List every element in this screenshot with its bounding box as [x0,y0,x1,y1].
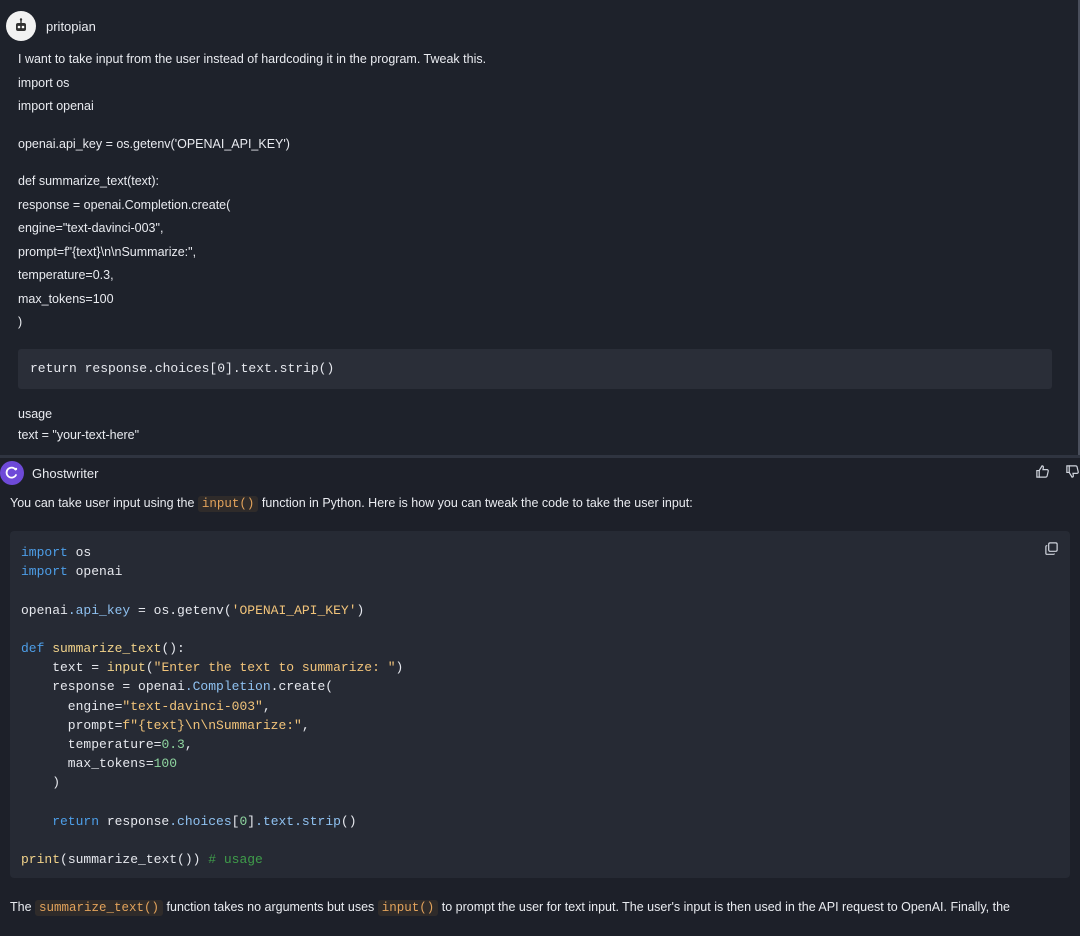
code-line: import openai [21,564,123,580]
message-line: response = openai.Completion.create( [18,197,231,212]
bot-intro-text: You can take user input using the input(… [10,494,693,513]
intro-text-before: You can take user input using the [10,496,198,510]
code-lines: import os import openai openai.api_key =… [21,543,403,869]
code-line: def summarize_text(): [21,640,185,656]
message-line: engine="text-davinci-003", [18,221,164,235]
inline-code: input() [377,900,439,916]
code-line: engine="text-davinci-003", [21,698,271,714]
bot-message-header: Ghostwriter [0,460,1080,486]
message-line: text = "your-text-here" [18,428,140,442]
message-line: import openai [18,99,94,113]
bot-outro-text: The summarize_text() function takes no a… [10,898,1010,917]
intro-text-after: function in Python. Here is how you can … [258,496,693,510]
message-line [18,123,1058,137]
user-message-text: I want to take input from the user inste… [18,52,1058,339]
code-line: response = openai.Completion.create( [21,679,334,695]
thumbs-up-icon[interactable] [1034,463,1050,479]
robot-avatar-icon [6,11,36,41]
inline-code: input() [197,496,259,512]
user-message-tail: usage text = "your-text-here" [18,406,139,448]
username: pritopian [46,18,96,34]
inline-code: summarize_text() [35,900,164,916]
code-line: text = input("Enter the text to summariz… [21,660,404,676]
code-line: max_tokens=100 [21,756,178,772]
feedback-buttons [1034,463,1080,479]
code-line: print(summarize_text()) # usage [21,852,263,867]
user-message-panel: pritopian I want to take input from the … [0,0,1080,455]
message-line: max_tokens=100 [18,291,114,306]
message-line: def summarize_text(text): [18,174,160,188]
outro-text-after: to prompt the user for text input. The u… [438,900,1010,914]
thumbs-down-icon[interactable] [1064,463,1080,479]
message-line: prompt=f"{text}\n\nSummarize:", [18,244,197,259]
bot-name: Ghostwriter [32,465,99,481]
ghostwriter-logo-icon [0,461,24,485]
message-line: usage [18,407,53,421]
outro-text-mid: function takes no arguments but uses [163,900,378,914]
code-line: ) [21,775,61,791]
message-line: import os [18,75,70,90]
outro-text-before: The [10,900,36,914]
code-line: temperature=0.3, [21,736,193,752]
message-line: ) [18,315,23,329]
copy-icon[interactable] [1044,541,1060,557]
code-line: prompt=f"{text}\n\nSummarize:", [21,717,310,733]
code-block: import os import openai openai.api_key =… [10,531,1070,878]
user-message-header: pritopian [6,10,96,42]
user-code-snippet: return response.choices[0].text.strip() [18,349,1052,389]
message-line [18,160,1058,174]
code-line: return response.choices[0].text.strip() [21,813,357,829]
message-line: I want to take input from the user inste… [18,52,487,66]
bot-message-panel: Ghostwriter You can take user input usin… [0,458,1080,936]
message-line: temperature=0.3, [18,268,114,282]
code-line: import os [21,545,92,560]
code-line: openai.api_key = os.getenv('OPENAI_API_K… [21,602,365,618]
message-line: openai.api_key = os.getenv('OPENAI_API_K… [18,136,290,151]
